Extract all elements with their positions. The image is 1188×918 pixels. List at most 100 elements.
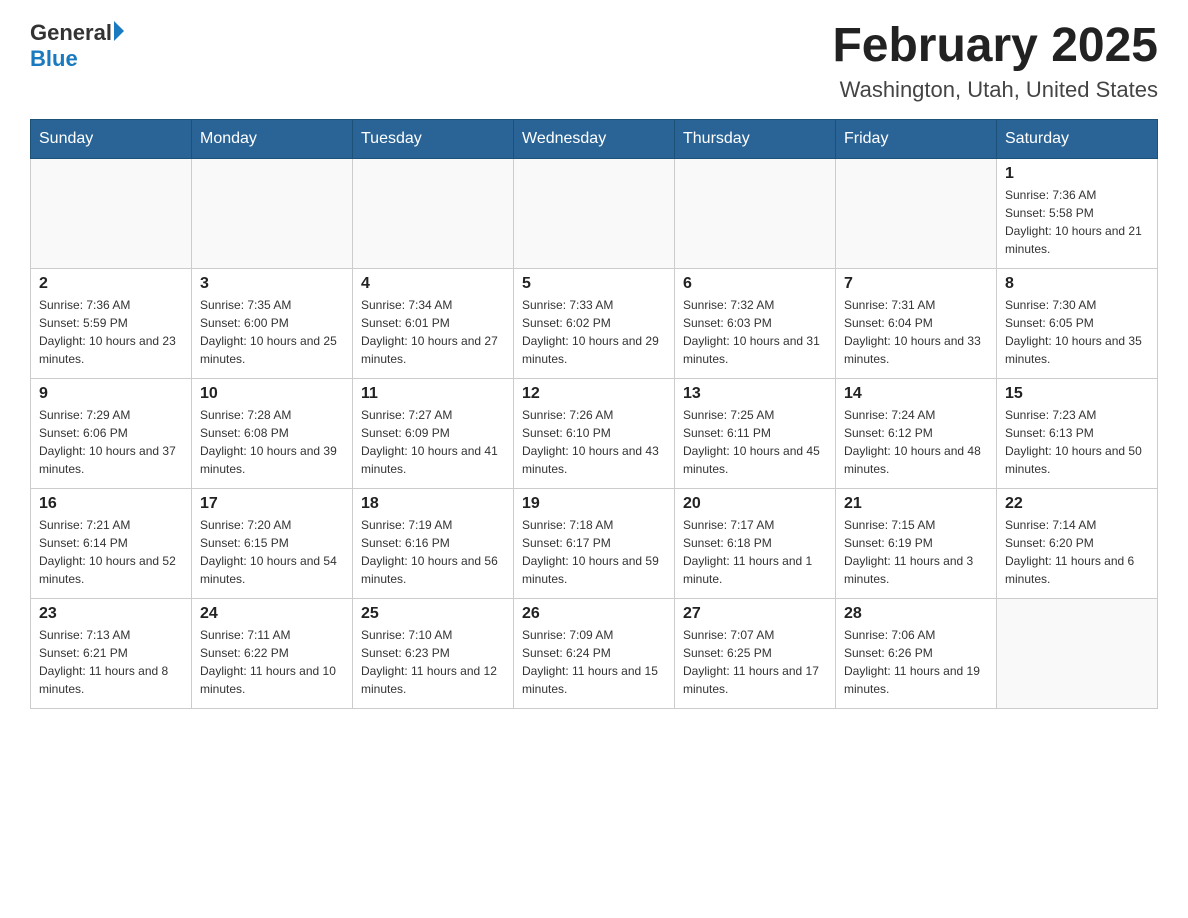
logo-text-general: General: [30, 20, 112, 46]
calendar-week-row: 23Sunrise: 7:13 AMSunset: 6:21 PMDayligh…: [31, 598, 1158, 708]
day-number: 22: [1005, 495, 1149, 513]
col-tuesday: Tuesday: [353, 119, 514, 158]
day-info: Sunrise: 7:18 AMSunset: 6:17 PMDaylight:…: [522, 516, 666, 588]
day-info: Sunrise: 7:23 AMSunset: 6:13 PMDaylight:…: [1005, 406, 1149, 478]
day-info: Sunrise: 7:10 AMSunset: 6:23 PMDaylight:…: [361, 626, 505, 698]
table-row: [675, 158, 836, 268]
day-number: 27: [683, 605, 827, 623]
day-info: Sunrise: 7:35 AMSunset: 6:00 PMDaylight:…: [200, 296, 344, 368]
table-row: 2 Sunrise: 7:36 AMSunset: 5:59 PMDaylight…: [31, 268, 192, 378]
table-row: [514, 158, 675, 268]
day-number: 5: [522, 275, 666, 293]
day-number: 7: [844, 275, 988, 293]
day-info: Sunrise: 7:29 AMSunset: 6:06 PMDaylight:…: [39, 406, 183, 478]
day-number: 13: [683, 385, 827, 403]
day-info: Sunrise: 7:19 AMSunset: 6:16 PMDaylight:…: [361, 516, 505, 588]
day-number: 26: [522, 605, 666, 623]
calendar-week-row: 1 Sunrise: 7:36 AMSunset: 5:58 PMDaylight…: [31, 158, 1158, 268]
day-number: 10: [200, 385, 344, 403]
day-number: 16: [39, 495, 183, 513]
page-header: General Blue February 2025 Washington, U…: [30, 20, 1158, 103]
day-info: Sunrise: 7:15 AMSunset: 6:19 PMDaylight:…: [844, 516, 988, 588]
table-row: 20 Sunrise: 7:17 AMSunset: 6:18 PMDayligh…: [675, 488, 836, 598]
table-row: 22 Sunrise: 7:14 AMSunset: 6:20 PMDayligh…: [997, 488, 1158, 598]
day-info: Sunrise: 7:31 AMSunset: 6:04 PMDaylight:…: [844, 296, 988, 368]
table-row: 16 Sunrise: 7:21 AMSunset: 6:14 PMDayligh…: [31, 488, 192, 598]
table-row: 4 Sunrise: 7:34 AMSunset: 6:01 PMDaylight…: [353, 268, 514, 378]
table-row: 1 Sunrise: 7:36 AMSunset: 5:58 PMDaylight…: [997, 158, 1158, 268]
table-row: 18Sunrise: 7:19 AMSunset: 6:16 PMDayligh…: [353, 488, 514, 598]
table-row: 14 Sunrise: 7:24 AMSunset: 6:12 PMDayligh…: [836, 378, 997, 488]
day-info: Sunrise: 7:25 AMSunset: 6:11 PMDaylight:…: [683, 406, 827, 478]
day-number: 14: [844, 385, 988, 403]
day-info: Sunrise: 7:30 AMSunset: 6:05 PMDaylight:…: [1005, 296, 1149, 368]
day-info: Sunrise: 7:33 AMSunset: 6:02 PMDaylight:…: [522, 296, 666, 368]
day-info: Sunrise: 7:14 AMSunset: 6:20 PMDaylight:…: [1005, 516, 1149, 588]
col-sunday: Sunday: [31, 119, 192, 158]
day-info: Sunrise: 7:34 AMSunset: 6:01 PMDaylight:…: [361, 296, 505, 368]
table-row: [353, 158, 514, 268]
table-row: 10Sunrise: 7:28 AMSunset: 6:08 PMDayligh…: [192, 378, 353, 488]
table-row: 28 Sunrise: 7:06 AMSunset: 6:26 PMDayligh…: [836, 598, 997, 708]
day-info: Sunrise: 7:09 AMSunset: 6:24 PMDaylight:…: [522, 626, 666, 698]
day-info: Sunrise: 7:36 AMSunset: 5:58 PMDaylight:…: [1005, 186, 1149, 258]
col-wednesday: Wednesday: [514, 119, 675, 158]
logo-text-blue: Blue: [30, 46, 124, 72]
day-info: Sunrise: 7:11 AMSunset: 6:22 PMDaylight:…: [200, 626, 344, 698]
table-row: 5 Sunrise: 7:33 AMSunset: 6:02 PMDaylight…: [514, 268, 675, 378]
table-row: 7 Sunrise: 7:31 AMSunset: 6:04 PMDaylight…: [836, 268, 997, 378]
day-number: 9: [39, 385, 183, 403]
table-row: 15Sunrise: 7:23 AMSunset: 6:13 PMDayligh…: [997, 378, 1158, 488]
day-number: 24: [200, 605, 344, 623]
col-saturday: Saturday: [997, 119, 1158, 158]
day-info: Sunrise: 7:17 AMSunset: 6:18 PMDaylight:…: [683, 516, 827, 588]
day-number: 11: [361, 385, 505, 403]
day-number: 21: [844, 495, 988, 513]
day-info: Sunrise: 7:06 AMSunset: 6:26 PMDaylight:…: [844, 626, 988, 698]
table-row: 11 Sunrise: 7:27 AMSunset: 6:09 PMDayligh…: [353, 378, 514, 488]
table-row: [31, 158, 192, 268]
day-info: Sunrise: 7:26 AMSunset: 6:10 PMDaylight:…: [522, 406, 666, 478]
day-info: Sunrise: 7:24 AMSunset: 6:12 PMDaylight:…: [844, 406, 988, 478]
day-number: 4: [361, 275, 505, 293]
calendar-week-row: 9 Sunrise: 7:29 AMSunset: 6:06 PMDaylight…: [31, 378, 1158, 488]
col-friday: Friday: [836, 119, 997, 158]
page-subtitle: Washington, Utah, United States: [832, 77, 1158, 103]
logo-arrow-icon: [114, 21, 124, 41]
table-row: 6Sunrise: 7:32 AMSunset: 6:03 PMDaylight…: [675, 268, 836, 378]
table-row: [836, 158, 997, 268]
day-number: 28: [844, 605, 988, 623]
day-info: Sunrise: 7:21 AMSunset: 6:14 PMDaylight:…: [39, 516, 183, 588]
page-title: February 2025: [832, 20, 1158, 73]
table-row: 3 Sunrise: 7:35 AMSunset: 6:00 PMDaylight…: [192, 268, 353, 378]
day-info: Sunrise: 7:07 AMSunset: 6:25 PMDaylight:…: [683, 626, 827, 698]
table-row: 24 Sunrise: 7:11 AMSunset: 6:22 PMDayligh…: [192, 598, 353, 708]
calendar-week-row: 16 Sunrise: 7:21 AMSunset: 6:14 PMDayligh…: [31, 488, 1158, 598]
day-info: Sunrise: 7:20 AMSunset: 6:15 PMDaylight:…: [200, 516, 344, 588]
table-row: 25 Sunrise: 7:10 AMSunset: 6:23 PMDayligh…: [353, 598, 514, 708]
day-number: 20: [683, 495, 827, 513]
day-number: 23: [39, 605, 183, 623]
day-number: 3: [200, 275, 344, 293]
table-row: 17 Sunrise: 7:20 AMSunset: 6:15 PMDayligh…: [192, 488, 353, 598]
day-info: Sunrise: 7:36 AMSunset: 5:59 PMDaylight:…: [39, 296, 183, 368]
table-row: 19Sunrise: 7:18 AMSunset: 6:17 PMDayligh…: [514, 488, 675, 598]
table-row: 21 Sunrise: 7:15 AMSunset: 6:19 PMDayligh…: [836, 488, 997, 598]
day-number: 25: [361, 605, 505, 623]
table-row: 13 Sunrise: 7:25 AMSunset: 6:11 PMDayligh…: [675, 378, 836, 488]
day-number: 1: [1005, 165, 1149, 183]
table-row: [192, 158, 353, 268]
day-number: 17: [200, 495, 344, 513]
title-block: February 2025 Washington, Utah, United S…: [832, 20, 1158, 103]
calendar-table: Sunday Monday Tuesday Wednesday Thursday…: [30, 119, 1158, 709]
day-number: 2: [39, 275, 183, 293]
calendar-week-row: 2 Sunrise: 7:36 AMSunset: 5:59 PMDaylight…: [31, 268, 1158, 378]
col-thursday: Thursday: [675, 119, 836, 158]
table-row: 26 Sunrise: 7:09 AMSunset: 6:24 PMDayligh…: [514, 598, 675, 708]
day-number: 12: [522, 385, 666, 403]
day-number: 6: [683, 275, 827, 293]
table-row: [997, 598, 1158, 708]
logo: General Blue: [30, 20, 124, 72]
col-monday: Monday: [192, 119, 353, 158]
day-info: Sunrise: 7:27 AMSunset: 6:09 PMDaylight:…: [361, 406, 505, 478]
